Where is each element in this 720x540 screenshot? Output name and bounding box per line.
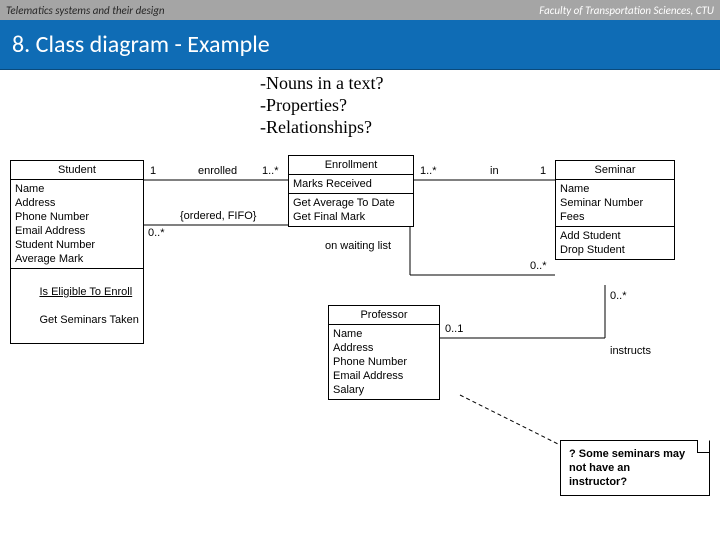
uml-diagram: Student Name Address Phone Number Email … [0, 145, 720, 540]
slide-content: -Nouns in a text? -Properties? -Relation… [0, 70, 720, 540]
class-student: Student Name Address Phone Number Email … [10, 160, 144, 344]
multiplicity: 0..1 [445, 323, 463, 335]
operation: Get Seminars Taken [39, 314, 138, 326]
assoc-label: enrolled [198, 165, 237, 177]
class-name: Seminar [556, 161, 674, 180]
class-attributes: Name Address Phone Number Email Address … [11, 180, 143, 269]
multiplicity: 0..* [148, 227, 165, 239]
class-attributes: Name Address Phone Number Email Address … [329, 325, 439, 399]
topbar-left: Telematics systems and their design [6, 4, 165, 17]
page-title: 8. Class diagram - Example [12, 30, 270, 59]
question-list: -Nouns in a text? -Properties? -Relation… [260, 72, 383, 138]
slide-title-bar: 8. Class diagram - Example [0, 20, 720, 70]
assoc-label: in [490, 165, 499, 177]
operation: Is Eligible To Enroll [39, 286, 132, 298]
class-attributes: Marks Received [289, 175, 413, 194]
assoc-label: instructs [610, 345, 651, 357]
class-name: Student [11, 161, 143, 180]
note-line: ? Some seminars may [569, 447, 701, 461]
multiplicity: 0..* [530, 260, 547, 272]
multiplicity: 1..* [420, 165, 437, 177]
class-name: Professor [329, 306, 439, 325]
class-enrollment: Enrollment Marks Received Get Average To… [288, 155, 414, 227]
class-name: Enrollment [289, 156, 413, 175]
assoc-label: on waiting list [325, 240, 391, 252]
top-bar: Telematics systems and their design Facu… [0, 0, 720, 20]
class-professor: Professor Name Address Phone Number Emai… [328, 305, 440, 400]
class-attributes: Name Seminar Number Fees [556, 180, 674, 227]
question-item: -Properties? [260, 94, 383, 116]
multiplicity: 1 [540, 165, 546, 177]
class-operations: Is Eligible To Enroll Get Seminars Taken [11, 269, 143, 343]
question-item: -Nouns in a text? [260, 72, 383, 94]
class-operations: Get Average To Date Get Final Mark [289, 194, 413, 226]
question-item: -Relationships? [260, 116, 383, 138]
multiplicity: 1 [150, 165, 156, 177]
class-operations: Add Student Drop Student [556, 227, 674, 259]
multiplicity: 1..* [262, 165, 279, 177]
note-line: instructor? [569, 475, 701, 489]
topbar-right: Faculty of Transportation Sciences, CTU [539, 4, 714, 17]
class-seminar: Seminar Name Seminar Number Fees Add Stu… [555, 160, 675, 260]
uml-note: ? Some seminars may not have an instruct… [560, 440, 710, 496]
multiplicity: 0..* [610, 290, 627, 302]
constraint-label: {ordered, FIFO} [180, 210, 256, 222]
note-line: not have an [569, 461, 701, 475]
